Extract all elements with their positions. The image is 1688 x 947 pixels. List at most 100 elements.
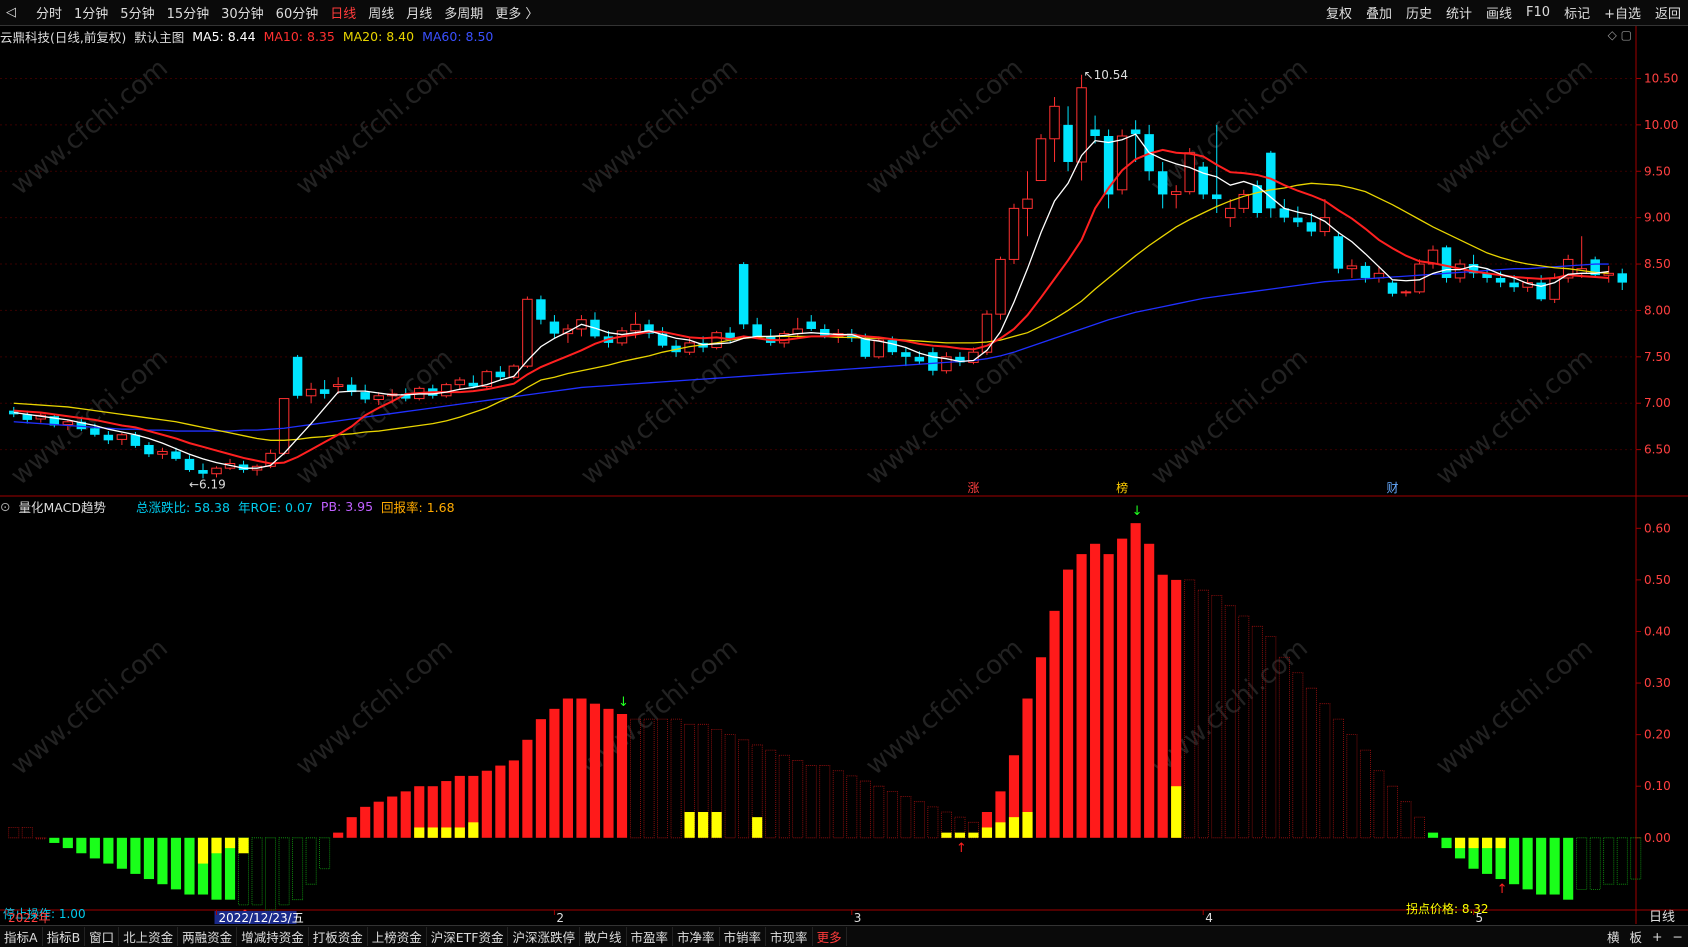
indicator-tab-6[interactable]: 打板资金 (309, 927, 368, 946)
top-action-6[interactable]: 标记 (1557, 3, 1597, 22)
macd-bar (49, 837, 60, 843)
candle-body (901, 352, 911, 357)
ma20-line (13, 182, 1609, 441)
candle-body (1103, 136, 1114, 195)
candle-body (630, 323, 641, 332)
candle-body (116, 434, 128, 440)
candle-body (171, 451, 181, 459)
macd-signal-bar (1468, 837, 1479, 849)
macd-signal-bar (698, 812, 709, 838)
main-y-tick-label: 6.50 (1644, 443, 1671, 457)
period-tab-8[interactable]: 月线 (400, 3, 438, 22)
bottom-action-1[interactable]: 板 (1625, 927, 1648, 946)
indicator-tab-0[interactable]: 指标A (0, 927, 43, 946)
indicator-tab-1[interactable]: 指标B (43, 927, 86, 946)
indicator-tab-4[interactable]: 两融资金 (178, 927, 238, 946)
macd-bar (1427, 832, 1439, 838)
chart-canvas[interactable]: 6.50 7.00 7.50 8.00 8.50 9.00 9.50 10.00 10.50 ww… (0, 26, 1688, 924)
indicator-tab-10[interactable]: 散户线 (580, 927, 627, 946)
period-tab-2[interactable]: 5分钟 (114, 3, 160, 22)
period-tab-1[interactable]: 1分钟 (68, 3, 114, 22)
macd-bar (1117, 538, 1128, 838)
period-tab-10[interactable]: 更多 〉 (489, 3, 544, 22)
candle-body (887, 340, 898, 353)
indicator-tabs: 指标A 指标B 窗口 北上资金 两融资金 增减持资金 打板资金 上榜资金 沪深ETF资金 沪深涨跌… (0, 927, 847, 946)
macd-bar-hollow (1576, 837, 1588, 890)
main-y-tick-label: 9.00 (1644, 211, 1671, 225)
macd-bar (400, 791, 411, 838)
indicator-tab-8[interactable]: 沪深ETF资金 (427, 927, 509, 946)
indicator-tab-5[interactable]: 增减持资金 (237, 927, 309, 946)
sub-y-tick-label: 0.30 (1644, 676, 1671, 690)
macd-signal-bar (414, 827, 425, 838)
macd-bar-hollow (1319, 703, 1331, 839)
macd-signal-bar (954, 832, 965, 838)
period-tab-0[interactable]: 分时 (30, 3, 68, 22)
candle-body (1306, 222, 1317, 232)
macd-bar (549, 708, 560, 838)
top-action-3[interactable]: 统计 (1439, 3, 1479, 22)
sub-y-tick-label: 0.10 (1644, 779, 1671, 793)
candle-body (1509, 282, 1519, 288)
top-action-4[interactable]: 画线 (1479, 3, 1519, 22)
candle-body (495, 371, 506, 378)
candle-body (130, 434, 141, 446)
macd-bar (116, 837, 127, 869)
period-tab-4[interactable]: 30分钟 (215, 3, 270, 22)
indicator-tab-12[interactable]: 市净率 (673, 927, 720, 946)
top-action-1[interactable]: 叠加 (1359, 3, 1399, 22)
macd-signal-bar (1495, 837, 1506, 849)
macd-bar-hollow (1238, 615, 1250, 839)
indicator-tab-2[interactable]: 窗口 (85, 927, 120, 946)
macd-bar-hollow (1603, 837, 1615, 885)
period-tab-3[interactable]: 15分钟 (161, 3, 216, 22)
back-icon[interactable]: ◁ (0, 5, 30, 20)
candle-body (711, 332, 722, 349)
ma10-line (13, 148, 1609, 465)
indicator-tab-11[interactable]: 市盈率 (627, 927, 674, 946)
top-action-5[interactable]: F10 (1519, 5, 1557, 20)
candle-body (860, 338, 871, 357)
indicator-tab-13[interactable]: 市销率 (720, 927, 767, 946)
macd-bar-hollow (805, 765, 817, 839)
macd-bar (535, 719, 546, 838)
period-indicator[interactable]: 日线 (1636, 906, 1688, 925)
macd-bar (1563, 837, 1574, 900)
indicator-tab-7[interactable]: 上榜资金 (368, 927, 427, 946)
indicator-tab-14[interactable]: 市现率 (766, 927, 813, 946)
macd-bar (1144, 543, 1155, 838)
indicator-tab-9[interactable]: 沪深涨跌停 (508, 927, 580, 946)
macd-bar (1076, 554, 1087, 838)
period-tabs: ◁ 分时 1分钟 5分钟 15分钟 30分钟 60分钟 日线 周线 月线 多周期 更多 〉 (0, 3, 544, 22)
indicator-tab-3[interactable]: 北上资金 (119, 927, 179, 946)
candle-body (441, 384, 452, 397)
sub-y-tick-label: 0.00 (1644, 831, 1671, 845)
bottom-action-3[interactable]: − (1668, 929, 1688, 944)
bottom-action-2[interactable]: + (1647, 929, 1667, 944)
macd-bar (143, 837, 154, 880)
x-tick-label: 3 (854, 911, 862, 924)
macd-bar-hollow (846, 775, 858, 839)
candle-body (1617, 273, 1627, 283)
macd-bar-hollow (1184, 579, 1196, 839)
top-action-8[interactable]: 返回 (1648, 3, 1688, 22)
bottom-action-0[interactable]: 横 (1602, 927, 1625, 946)
indicator-tab-15[interactable]: 更多 (813, 927, 847, 946)
top-action-7[interactable]: +自选 (1597, 3, 1648, 22)
macd-bar-hollow (1332, 718, 1344, 839)
candle-body (1198, 166, 1208, 195)
period-tab-7[interactable]: 周线 (362, 3, 400, 22)
candle-body (1184, 152, 1195, 193)
period-tab-9[interactable]: 多周期 (438, 3, 489, 22)
watermark: www.cfchi.com (860, 633, 1029, 781)
top-action-0[interactable]: 复权 (1319, 3, 1359, 22)
macd-bar-hollow (319, 837, 331, 870)
macd-bar-hollow (1589, 837, 1601, 890)
period-tab-6[interactable]: 日线 (324, 3, 362, 22)
macd-bar-hollow (305, 837, 317, 885)
macd-bar (170, 837, 182, 890)
top-action-2[interactable]: 历史 (1399, 3, 1439, 22)
period-tab-5[interactable]: 60分钟 (270, 3, 325, 22)
sub-y-tick-label: 0.50 (1644, 573, 1671, 587)
macd-bar-hollow (927, 806, 939, 839)
